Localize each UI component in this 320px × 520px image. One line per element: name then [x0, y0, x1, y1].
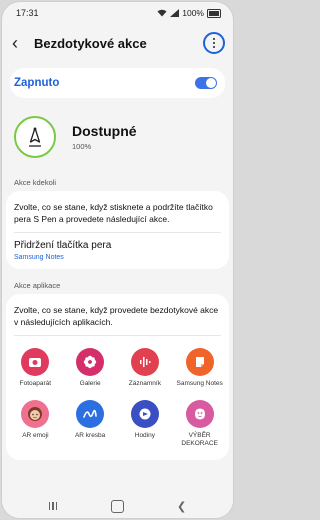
- pen-battery: 100%: [72, 142, 92, 151]
- app-actions-description: Zvolte, co se stane, když provedete bezd…: [14, 305, 219, 327]
- battery-icon: [207, 8, 221, 18]
- app-label: Galerie: [79, 380, 101, 387]
- app-actions-card: Zvolte, co se stane, když provedete bezd…: [6, 294, 229, 460]
- voice-recorder-icon: [130, 348, 159, 376]
- home-button[interactable]: [110, 499, 124, 513]
- wifi-icon: [157, 9, 167, 17]
- pen-button-hold-value: Samsung Notes: [14, 254, 64, 261]
- app-ar-emoji[interactable]: AR emoji: [8, 400, 63, 448]
- notes-icon: [185, 348, 214, 376]
- app-header: ‹ Bezdotykové akce: [2, 24, 233, 62]
- app-gallery[interactable]: Galerie: [63, 348, 118, 388]
- master-switch-label: Zapnuto: [14, 77, 60, 89]
- page-title: Bezdotykové akce: [34, 35, 147, 51]
- back-button[interactable]: ‹: [12, 34, 28, 52]
- more-options-button[interactable]: [203, 32, 225, 54]
- section-label-apps: Akce aplikace: [14, 281, 61, 290]
- recents-button[interactable]: [48, 502, 58, 510]
- app-deco-pic[interactable]: VÝBĚR DEKORACE: [172, 400, 227, 448]
- gallery-flower-icon: [76, 348, 105, 376]
- anywhere-description: Zvolte, co se stane, když stisknete a po…: [14, 202, 213, 224]
- pen-status-row: Dostupné 100%: [2, 108, 233, 166]
- deco-pic-icon: [185, 400, 214, 428]
- app-voice-recorder[interactable]: Záznamník: [118, 348, 173, 388]
- app-grid: Fotoaparát Galerie Záznamník Samsung Not…: [6, 336, 229, 460]
- more-dot-icon: [212, 41, 216, 45]
- app-clock[interactable]: Hodiny: [118, 400, 173, 448]
- app-label: Hodiny: [134, 432, 155, 439]
- app-label: Fotoaparát: [19, 380, 52, 387]
- nav-back-button[interactable]: ❮: [177, 500, 186, 513]
- battery-percent: 100%: [182, 8, 204, 18]
- app-label: AR emoji: [22, 432, 49, 439]
- more-dot-icon: [212, 37, 216, 41]
- section-label-kdekoli: Akce kdekoli: [14, 178, 57, 187]
- status-bar: 17:31 100%: [2, 2, 233, 24]
- app-label: VÝBĚR DEKORACE: [181, 432, 218, 447]
- ar-doodle-icon: [76, 400, 105, 428]
- s-pen-icon: [14, 116, 56, 158]
- signal-icon: [170, 9, 180, 17]
- anywhere-actions-card: Zvolte, co se stane, když stisknete a po…: [6, 191, 229, 269]
- app-label: Záznamník: [128, 380, 161, 387]
- camera-icon: [21, 348, 50, 376]
- clock-icon: [130, 400, 159, 428]
- more-dot-icon: [212, 45, 216, 49]
- phone-screen: 17:31 100% ‹ Bezdotykové akce Zapnuto Do…: [2, 2, 233, 518]
- app-label: Samsung Notes: [176, 380, 223, 387]
- pen-button-hold-setting[interactable]: Přidržení tlačítka pera Samsung Notes: [6, 233, 229, 269]
- app-camera[interactable]: Fotoaparát: [8, 348, 63, 388]
- navigation-bar: ❮: [2, 494, 233, 518]
- pen-button-hold-title: Přidržení tlačítka pera: [14, 240, 112, 251]
- app-ar-doodle[interactable]: AR kresba: [63, 400, 118, 448]
- master-toggle[interactable]: [195, 77, 217, 89]
- pen-status: Dostupné: [72, 123, 137, 139]
- ar-emoji-icon: [21, 400, 50, 428]
- status-time: 17:31: [16, 8, 39, 18]
- master-switch-row[interactable]: Zapnuto: [10, 68, 225, 98]
- app-samsung-notes[interactable]: Samsung Notes: [172, 348, 227, 388]
- app-label: AR kresba: [74, 432, 106, 439]
